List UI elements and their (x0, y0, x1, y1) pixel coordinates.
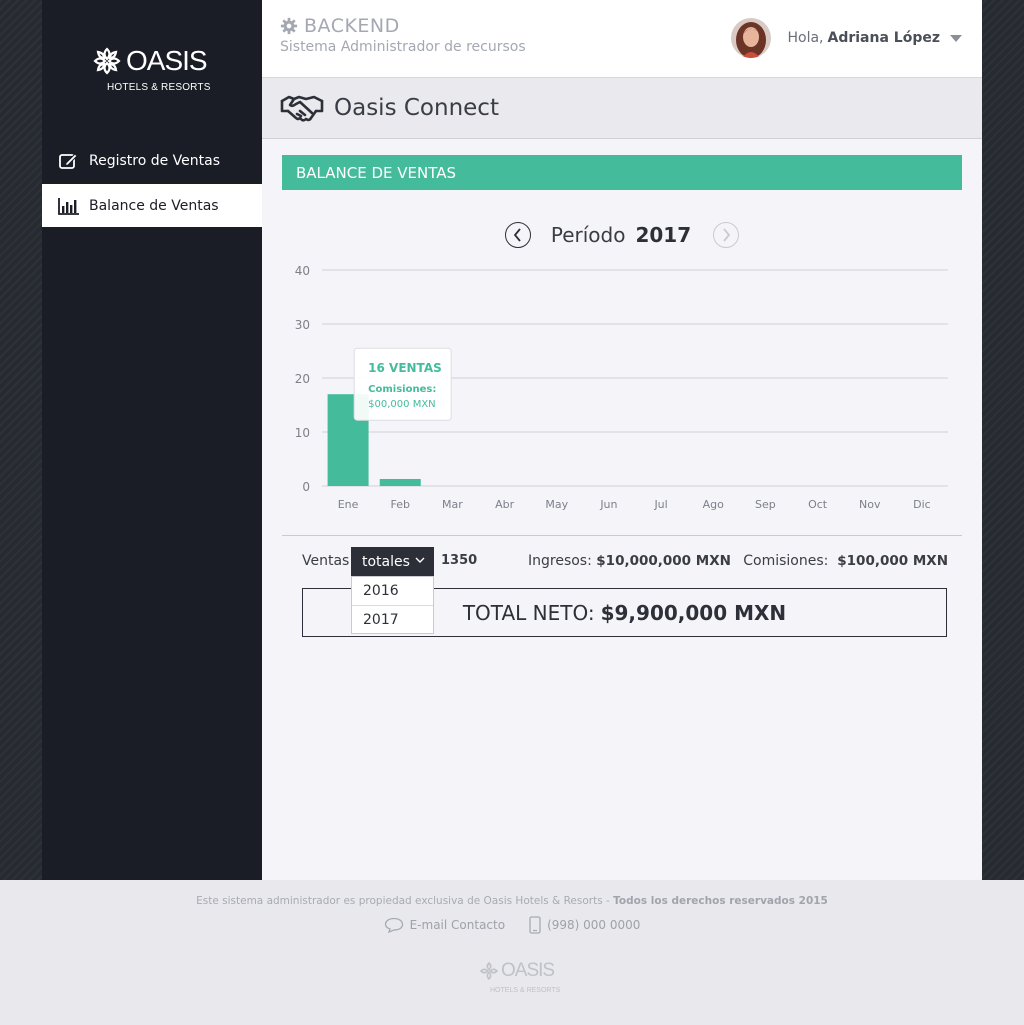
brand-subtitle: Sistema Administrador de recursos (280, 39, 526, 55)
y-tick-label: 40 (295, 264, 310, 278)
footer: Este sistema administrador es propiedad … (0, 880, 1024, 1025)
gear-icon (280, 17, 298, 35)
avatar[interactable] (731, 18, 772, 58)
sidebar: OASIS HOTELS & RESORTS Registro de Venta… (42, 0, 262, 880)
chevron-down-icon (415, 557, 425, 563)
comisiones-label: Comisiones: (743, 553, 829, 569)
tooltip-title: 16 VENTAS (368, 361, 442, 375)
footer-logo-wordmark: OASIS (501, 960, 555, 981)
chat-bubble-icon (384, 917, 403, 933)
ingresos-label: Ingresos: (528, 553, 592, 569)
period-label: Período (550, 223, 626, 247)
tooltip-commission-label: Comisiones: (368, 384, 436, 395)
chevron-down-icon[interactable] (950, 34, 962, 42)
panel-header: BALANCE DE VENTAS (282, 155, 962, 190)
greeting-text: Hola, (787, 30, 824, 46)
x-tick-label: Mar (442, 498, 463, 511)
legal-text: Este sistema administrador es propiedad … (196, 895, 610, 907)
y-tick-label: 20 (295, 372, 310, 386)
period-selector: Período 2017 (262, 219, 982, 251)
x-tick-label: Ene (338, 498, 359, 511)
x-tick-label: Abr (495, 498, 515, 511)
brand-title: BACKEND (304, 15, 400, 37)
x-tick-label: Jun (599, 498, 617, 511)
x-tick-label: Oct (808, 498, 828, 511)
ventas-count: 1350 (441, 553, 478, 568)
bar-chart-icon (57, 196, 81, 216)
divider (282, 535, 962, 536)
bar-feb (379, 478, 421, 486)
user-menu[interactable]: Hola, Adriana López (731, 18, 962, 58)
logo-wordmark: OASIS (126, 45, 208, 76)
phone-contact-link[interactable]: (998) 000 0000 (529, 916, 640, 934)
x-tick-label: Jul (653, 498, 667, 511)
footer-contacts: E-mail Contacto (998) 000 0000 (0, 916, 1024, 934)
x-tick-label: Sep (755, 498, 776, 511)
y-tick-label: 30 (295, 318, 310, 332)
ventas-dropdown-menu: 2016 2017 (351, 576, 434, 634)
y-tick-label: 10 (295, 426, 310, 440)
section-header: Oasis Connect (262, 78, 982, 139)
top-header: BACKEND Sistema Administrador de recurso… (262, 0, 982, 78)
x-tick-label: Dic (913, 498, 931, 511)
ingresos-value: $10,000,000 MXN (596, 553, 731, 569)
email-contact-link[interactable]: E-mail Contacto (384, 917, 505, 933)
rights-text: Todos los derechos reservados 2015 (613, 895, 828, 907)
user-name: Adriana López (827, 30, 941, 46)
stats-row: Ventas totales 1350 Ingresos: $10,000,00… (302, 547, 948, 577)
ingresos-stat: Ingresos: $10,000,000 MXN (528, 553, 731, 569)
oasis-logo[interactable]: OASIS HOTELS & RESORTS (92, 44, 217, 99)
dropdown-option-2017[interactable]: 2017 (352, 605, 433, 633)
sidebar-item-balance-ventas[interactable]: Balance de Ventas (42, 184, 262, 227)
next-period-button[interactable] (713, 222, 740, 248)
dropdown-option-2016[interactable]: 2016 (352, 577, 433, 605)
email-contact-label: E-mail Contacto (409, 918, 506, 932)
oasis-emblem-icon (93, 47, 121, 75)
main-content: Oasis Connect BALANCE DE VENTAS Período … (262, 78, 982, 880)
handshake-icon (280, 95, 324, 122)
total-value: $9,900,000 MXN (600, 600, 787, 625)
edit-icon (57, 151, 81, 171)
total-label: TOTAL NETO: (462, 600, 595, 625)
sales-bar-chart: 0 10 20 30 40 Ene Feb Mar Abr May Jun Jul Ago Sep Oct N… (295, 264, 948, 511)
y-tick-label: 0 (302, 480, 310, 494)
panel-title: BALANCE DE VENTAS (296, 163, 456, 182)
comisiones-value: $100,000 MXN (837, 553, 948, 569)
x-tick-label: Feb (391, 498, 410, 511)
sidebar-item-label: Registro de Ventas (89, 152, 221, 169)
ventas-select-value: totales (362, 553, 410, 570)
chevron-right-icon (723, 228, 731, 242)
sidebar-item-label: Balance de Ventas (89, 197, 219, 214)
x-tick-label: Ago (703, 498, 725, 511)
phone-number: (998) 000 0000 (547, 918, 641, 932)
tooltip-commission-value: $00,000 MXN (368, 399, 436, 410)
footer-logo-tagline: HOTELS & RESORTS (490, 987, 561, 994)
footer-logo: OASIS HOTELS & RESORTS (477, 960, 567, 1000)
mobile-phone-icon (529, 916, 541, 934)
period-year: 2017 (635, 223, 692, 247)
previous-period-button[interactable] (504, 222, 531, 248)
comisiones-stat: Comisiones: $100,000 MXN (743, 553, 948, 569)
section-title: Oasis Connect (334, 95, 499, 121)
chevron-left-icon (513, 228, 521, 242)
x-tick-label: Nov (859, 498, 881, 511)
oasis-emblem-icon (479, 961, 499, 981)
ventas-label: Ventas (302, 553, 350, 569)
x-tick-label: May (545, 498, 568, 511)
app-brand: BACKEND (280, 15, 400, 37)
sidebar-item-registro-ventas[interactable]: Registro de Ventas (42, 139, 262, 182)
logo-tagline: HOTELS & RESORTS (107, 82, 211, 93)
ventas-select[interactable]: totales (351, 547, 434, 576)
footer-legal: Este sistema administrador es propiedad … (0, 895, 1024, 907)
